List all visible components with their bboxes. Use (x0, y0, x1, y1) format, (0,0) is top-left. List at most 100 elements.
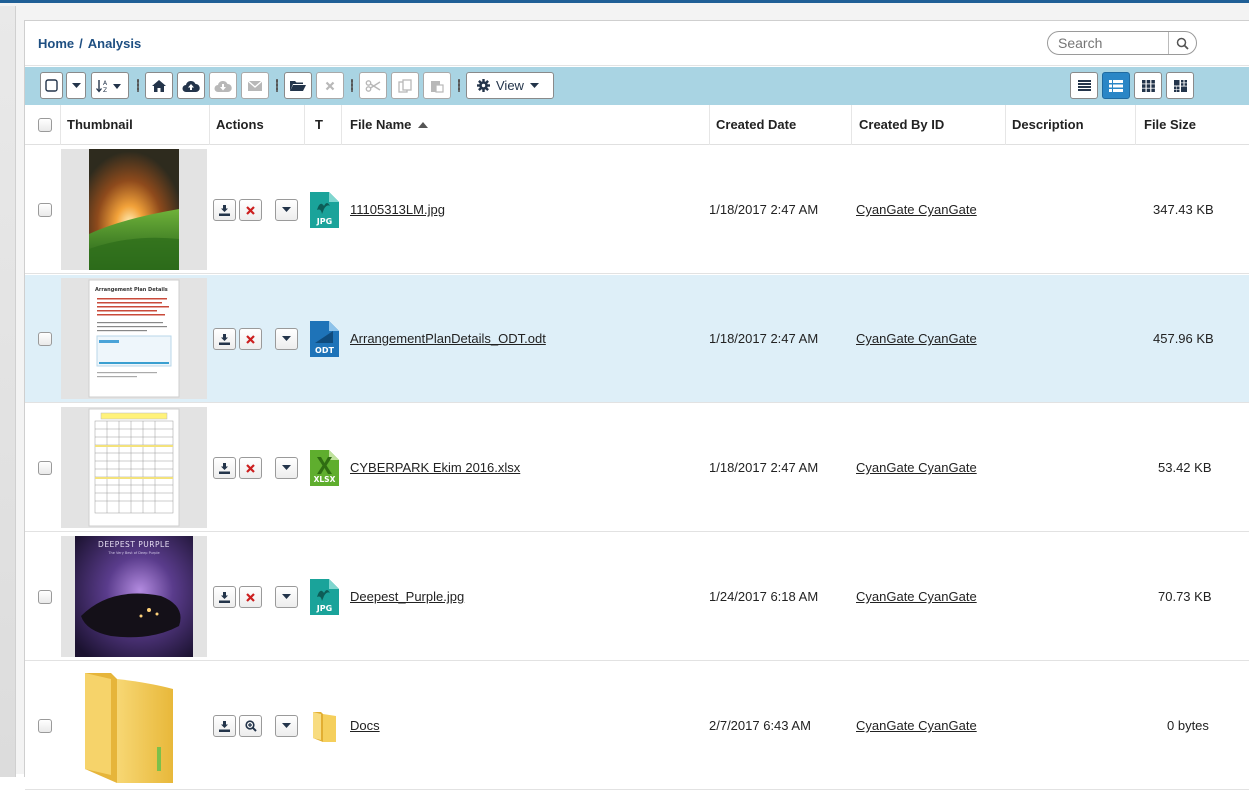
view-details-button[interactable] (1102, 72, 1130, 99)
caret-down-icon (71, 82, 81, 88)
delete-row-button[interactable] (239, 199, 262, 221)
download-icon (219, 333, 230, 345)
zoom-in-icon (244, 720, 257, 732)
row-options-dropdown[interactable] (275, 199, 298, 221)
row-options-dropdown[interactable] (275, 457, 298, 479)
file-name-link[interactable]: CYBERPARK Ekim 2016.xlsx (350, 460, 520, 475)
file-type-badge: JPG (316, 217, 332, 226)
created-date-cell: 2/7/2017 6:43 AM (709, 718, 811, 733)
thumbnail-folder[interactable] (61, 665, 207, 786)
file-name-link[interactable]: ArrangementPlanDetails_ODT.odt (350, 331, 546, 346)
file-name-text[interactable]: ArrangementPlanDetails_ODT.odt (350, 331, 546, 346)
copy-button[interactable] (391, 72, 419, 99)
file-name-text[interactable]: 11105313LM.jpg (350, 202, 445, 217)
table-row[interactable]: Arrangement Plan Details ODT Arrangement… (25, 275, 1249, 403)
table-row[interactable]: DEEPEST PURPLE The Very Best of Deep Pur… (25, 533, 1249, 661)
created-by-text[interactable]: CyanGate CyanGate (856, 589, 977, 604)
cloud-download-button[interactable] (209, 72, 237, 99)
row-options-dropdown[interactable] (275, 328, 298, 350)
thumbnail-album-cover[interactable]: DEEPEST PURPLE The Very Best of Deep Pur… (61, 536, 207, 657)
search-input[interactable] (1058, 35, 1168, 51)
table-row[interactable]: JPG 11105313LM.jpg 1/18/2017 2:47 AM Cya… (25, 146, 1249, 274)
row-options-dropdown[interactable] (275, 586, 298, 608)
created-by-text[interactable]: CyanGate CyanGate (856, 718, 977, 733)
file-name-link[interactable]: Deepest_Purple.jpg (350, 589, 464, 604)
thumbnail-spreadsheet[interactable] (61, 407, 207, 528)
delete-row-button[interactable] (239, 457, 262, 479)
created-by-text[interactable]: CyanGate CyanGate (856, 202, 977, 217)
created-by-link[interactable]: CyanGate CyanGate (856, 202, 977, 217)
file-name-link[interactable]: Docs (350, 718, 380, 733)
grid-icon (1141, 79, 1155, 92)
file-name-text[interactable]: Docs (350, 718, 380, 733)
paste-button[interactable] (423, 72, 451, 99)
breadcrumb-current[interactable]: Analysis (88, 36, 141, 51)
folder-open-icon (290, 81, 306, 91)
thumbnail-document[interactable]: Arrangement Plan Details (61, 278, 207, 399)
toolbar-separator (351, 79, 353, 92)
zoom-button[interactable] (239, 715, 262, 737)
created-by-text[interactable]: CyanGate CyanGate (856, 460, 977, 475)
view-list-button[interactable] (1070, 72, 1098, 99)
column-header-file-name[interactable]: File Name (350, 117, 429, 132)
delete-button[interactable] (316, 72, 344, 99)
download-button[interactable] (213, 328, 236, 350)
file-name-text[interactable]: Deepest_Purple.jpg (350, 589, 464, 604)
row-checkbox[interactable] (38, 461, 52, 475)
column-divider (209, 105, 210, 145)
column-header-created-by[interactable]: Created By ID (859, 117, 944, 132)
breadcrumb-separator: / (79, 36, 83, 51)
created-by-text[interactable]: CyanGate CyanGate (856, 331, 977, 346)
created-by-link[interactable]: CyanGate CyanGate (856, 718, 977, 733)
upload-button[interactable] (177, 72, 205, 99)
thumbnail-image-landscape[interactable] (61, 149, 207, 270)
email-button[interactable] (241, 72, 269, 99)
sort-button[interactable]: AZ (91, 72, 129, 99)
row-checkbox[interactable] (38, 719, 52, 733)
column-header-actions[interactable]: Actions (216, 117, 264, 132)
view-large-grid-button[interactable] (1166, 72, 1194, 99)
select-dropdown-button[interactable] (66, 72, 86, 99)
cut-button[interactable] (359, 72, 387, 99)
open-folder-button[interactable] (284, 72, 312, 99)
search-icon (1176, 37, 1189, 50)
column-header-thumbnail[interactable]: Thumbnail (67, 117, 133, 132)
download-button[interactable] (213, 457, 236, 479)
column-header-created-date[interactable]: Created Date (716, 117, 796, 132)
file-type-icon-jpg: JPG (310, 192, 339, 231)
row-checkbox[interactable] (38, 203, 52, 217)
column-header-file-size[interactable]: File Size (1144, 117, 1196, 132)
download-button[interactable] (213, 199, 236, 221)
table-row[interactable]: XLSX CYBERPARK Ekim 2016.xlsx 1/18/2017 … (25, 404, 1249, 532)
created-by-link[interactable]: CyanGate CyanGate (856, 589, 977, 604)
search-button[interactable] (1168, 32, 1196, 54)
download-icon (219, 591, 230, 603)
view-small-grid-button[interactable] (1134, 72, 1162, 99)
file-name-text[interactable]: CYBERPARK Ekim 2016.xlsx (350, 460, 520, 475)
column-divider (1005, 105, 1006, 145)
row-checkbox[interactable] (38, 332, 52, 346)
row-checkbox[interactable] (38, 590, 52, 604)
breadcrumb-bar: Home / Analysis (25, 21, 1249, 66)
table-row[interactable]: Docs 2/7/2017 6:43 AM CyanGate CyanGate … (25, 662, 1249, 790)
delete-row-button[interactable] (239, 586, 262, 608)
select-all-button[interactable] (40, 72, 63, 99)
view-button-label: View (496, 78, 524, 93)
select-all-checkbox[interactable] (38, 118, 52, 132)
search-box (1047, 31, 1197, 55)
breadcrumb-home[interactable]: Home (38, 36, 74, 51)
column-header-type[interactable]: T (315, 117, 323, 132)
file-name-link[interactable]: 11105313LM.jpg (350, 202, 445, 217)
view-dropdown-button[interactable]: View (466, 72, 554, 99)
created-date-cell: 1/24/2017 6:18 AM (709, 589, 819, 604)
created-by-link[interactable]: CyanGate CyanGate (856, 460, 977, 475)
download-button[interactable] (213, 586, 236, 608)
file-type-badge: JPG (316, 604, 332, 613)
download-button[interactable] (213, 715, 236, 737)
created-by-link[interactable]: CyanGate CyanGate (856, 331, 977, 346)
column-header-description[interactable]: Description (1012, 117, 1084, 132)
album-title-text: DEEPEST PURPLE (98, 540, 170, 549)
delete-row-button[interactable] (239, 328, 262, 350)
home-button[interactable] (145, 72, 173, 99)
row-options-dropdown[interactable] (275, 715, 298, 737)
